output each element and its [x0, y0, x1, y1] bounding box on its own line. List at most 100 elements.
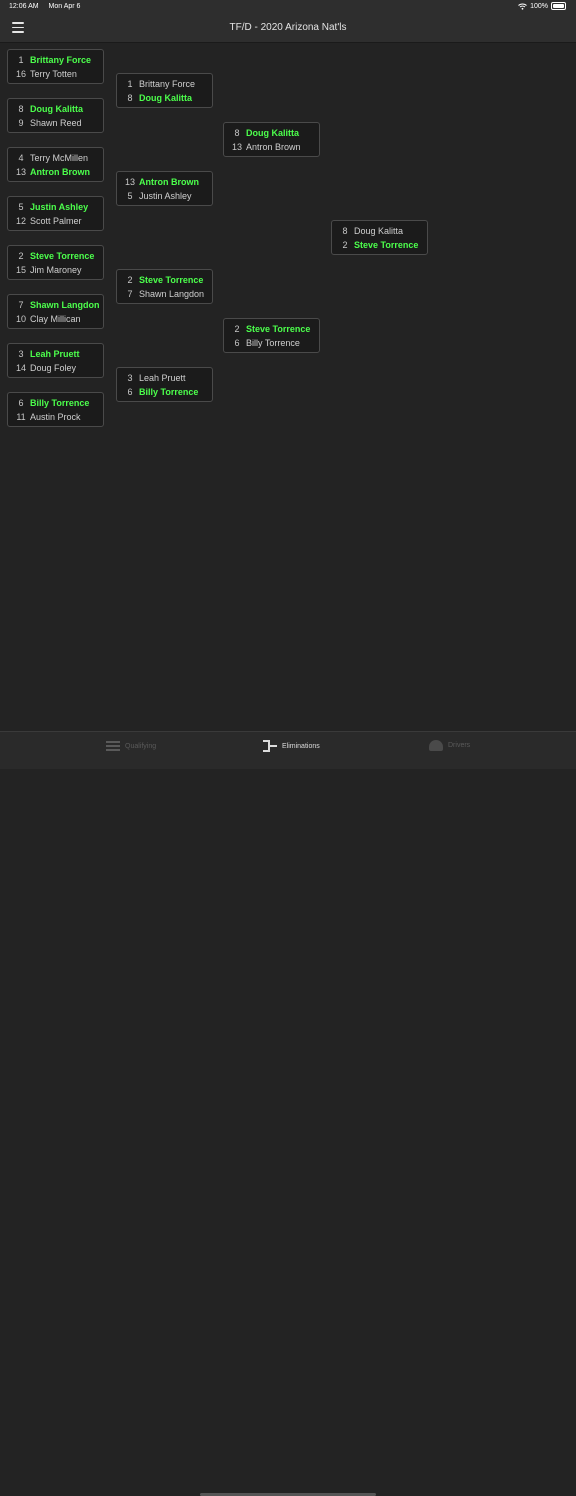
competitor-row: 13 Antron Brown	[8, 165, 103, 179]
driver-name: Clay Millican	[30, 314, 81, 324]
seed-number: 4	[18, 153, 24, 163]
competitor-row: 4 Terry McMillen	[8, 151, 103, 165]
seed-number: 2	[127, 275, 133, 285]
seed-number: 15	[15, 265, 26, 275]
driver-name: Steve Torrence	[139, 275, 204, 285]
driver-name: Antron Brown	[246, 142, 301, 152]
status-bar: 12:06 AM Mon Apr 6 100%	[0, 0, 576, 14]
match-card[interactable]: 1 Brittany Force 16 Terry Totten	[7, 49, 104, 84]
seed-number: 13	[124, 177, 135, 187]
seed-number: 8	[342, 226, 348, 236]
seed-number: 13	[231, 142, 242, 152]
driver-name: Terry Totten	[30, 69, 77, 79]
tab-qualifying[interactable]: Qualifying	[106, 740, 156, 752]
match-card[interactable]: 3 Leah Pruett 6 Billy Torrence	[116, 367, 213, 402]
driver-name: Antron Brown	[139, 177, 199, 187]
match-card[interactable]: 4 Terry McMillen 13 Antron Brown	[7, 147, 104, 182]
driver-name: Billy Torrence	[30, 398, 90, 408]
competitor-row: 11 Austin Prock	[8, 410, 103, 424]
competitor-row: 1 Brittany Force	[117, 77, 212, 91]
match-card[interactable]: 2 Steve Torrence 7 Shawn Langdon	[116, 269, 213, 304]
seed-number: 7	[127, 289, 133, 299]
match-card[interactable]: 1 Brittany Force 8 Doug Kalitta	[116, 73, 213, 108]
navigation-bar: TF/D - 2020 Arizona Nat'ls	[0, 14, 576, 43]
page-title: TF/D - 2020 Arizona Nat'ls	[229, 22, 347, 33]
driver-name: Steve Torrence	[30, 251, 95, 261]
tab-eliminations-label: Eliminations	[282, 742, 320, 750]
driver-name: Doug Foley	[30, 363, 77, 373]
competitor-row: 8 Doug Kalitta	[8, 102, 103, 116]
seed-number: 13	[15, 167, 26, 177]
seed-number: 10	[15, 314, 26, 324]
seed-number: 6	[234, 338, 240, 348]
seed-number: 6	[127, 387, 133, 397]
competitor-row: 6 Billy Torrence	[8, 396, 103, 410]
competitor-row: 5 Justin Ashley	[117, 189, 212, 203]
driver-name: Brittany Force	[139, 79, 196, 89]
driver-name: Doug Kalitta	[30, 104, 83, 114]
competitor-row: 9 Shawn Reed	[8, 116, 103, 130]
battery-percent: 100%	[530, 2, 548, 10]
competitor-row: 2 Steve Torrence	[332, 238, 427, 252]
seed-number: 12	[15, 216, 26, 226]
driver-name: Shawn Langdon	[139, 289, 205, 299]
match-card[interactable]: 6 Billy Torrence 11 Austin Prock	[7, 392, 104, 427]
competitor-row: 3 Leah Pruett	[117, 371, 212, 385]
seed-number: 9	[18, 118, 24, 128]
match-card[interactable]: 8 Doug Kalitta 13 Antron Brown	[223, 122, 320, 157]
seed-number: 8	[127, 93, 133, 103]
match-card[interactable]: 8 Doug Kalitta 9 Shawn Reed	[7, 98, 104, 133]
match-card[interactable]: 13 Antron Brown 5 Justin Ashley	[116, 171, 213, 206]
seed-number: 8	[18, 104, 24, 114]
seed-number: 5	[18, 202, 24, 212]
competitor-row: 15 Jim Maroney	[8, 263, 103, 277]
seed-number: 16	[15, 69, 26, 79]
competitor-row: 10 Clay Millican	[8, 312, 103, 326]
driver-name: Steve Torrence	[246, 324, 311, 334]
tab-bar: Qualifying Eliminations Drivers	[0, 731, 576, 1496]
match-card[interactable]: 3 Leah Pruett 14 Doug Foley	[7, 343, 104, 378]
tab-drivers-label: Drivers	[448, 742, 471, 749]
seed-number: 14	[15, 363, 26, 373]
match-card[interactable]: 2 Steve Torrence 6 Billy Torrence	[223, 318, 320, 353]
match-card[interactable]: 7 Shawn Langdon 10 Clay Millican	[7, 294, 104, 329]
competitor-row: 8 Doug Kalitta	[332, 224, 427, 238]
driver-name: Brittany Force	[30, 55, 92, 65]
seed-number: 3	[127, 373, 133, 383]
seed-number: 5	[127, 191, 133, 201]
tab-qualifying-label: Qualifying	[125, 742, 157, 750]
driver-name: Jim Maroney	[30, 265, 82, 275]
status-date: Mon Apr 6	[48, 3, 81, 10]
competitor-row: 12 Scott Palmer	[8, 214, 103, 228]
competitor-row: 7 Shawn Langdon	[117, 287, 212, 301]
seed-number: 11	[16, 412, 26, 422]
battery-icon	[551, 2, 566, 10]
driver-name: Doug Kalitta	[246, 128, 299, 138]
seed-number: 8	[234, 128, 240, 138]
driver-name: Justin Ashley	[139, 191, 192, 201]
competitor-row: 6 Billy Torrence	[224, 336, 319, 350]
seed-number: 1	[127, 79, 133, 89]
competitor-row: 2 Steve Torrence	[8, 249, 103, 263]
helmet-icon	[429, 740, 443, 751]
driver-name: Steve Torrence	[354, 240, 419, 250]
competitor-row: 14 Doug Foley	[8, 361, 103, 375]
driver-name: Shawn Reed	[30, 118, 82, 128]
seed-number: 2	[234, 324, 240, 334]
competitor-row: 2 Steve Torrence	[117, 273, 212, 287]
match-card[interactable]: 5 Justin Ashley 12 Scott Palmer	[7, 196, 104, 231]
driver-name: Scott Palmer	[30, 216, 82, 226]
driver-name: Doug Kalitta	[139, 93, 192, 103]
seed-number: 6	[18, 398, 24, 408]
tab-drivers[interactable]: Drivers	[429, 740, 470, 751]
driver-name: Doug Kalitta	[354, 226, 404, 236]
competitor-row: 13 Antron Brown	[224, 140, 319, 154]
driver-name: Terry McMillen	[30, 153, 89, 163]
match-card[interactable]: 2 Steve Torrence 15 Jim Maroney	[7, 245, 104, 280]
competitor-row: 8 Doug Kalitta	[224, 126, 319, 140]
tab-eliminations[interactable]: Eliminations	[263, 740, 320, 752]
match-card[interactable]: 8 Doug Kalitta 2 Steve Torrence	[331, 220, 428, 255]
driver-name: Leah Pruett	[30, 349, 80, 359]
driver-name: Austin Prock	[30, 412, 81, 422]
seed-number: 7	[18, 300, 24, 310]
